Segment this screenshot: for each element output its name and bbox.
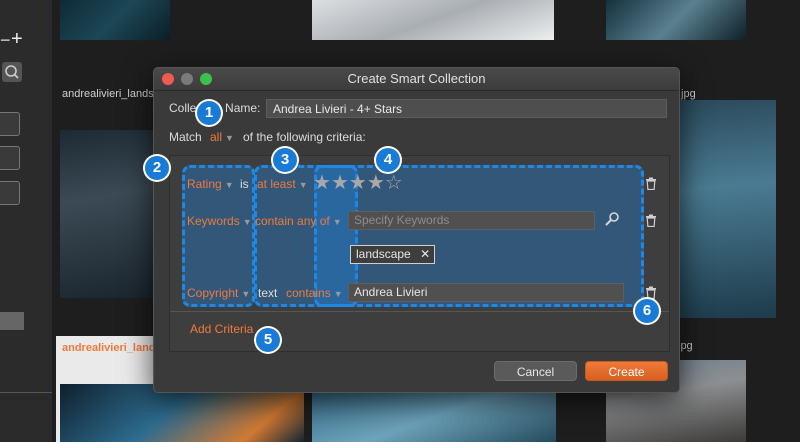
annotation-badge-5: 5 xyxy=(256,328,280,352)
photo-thumbnail[interactable] xyxy=(606,0,746,40)
create-smart-collection-dialog: Create Smart Collection Collection Name:… xyxy=(153,67,680,393)
annotation-badge-1: 1 xyxy=(197,101,221,125)
delete-criteria-icon[interactable] xyxy=(645,177,657,193)
keyword-tag-label: landscape xyxy=(356,247,411,261)
criteria-operator-dropdown[interactable]: contains ▼ xyxy=(286,286,343,300)
left-panel: − + xyxy=(0,0,53,442)
chevron-down-icon: ▼ xyxy=(242,217,252,227)
annotation-badge-6: 6 xyxy=(635,299,659,323)
keyword-tag[interactable]: landscape ✕ xyxy=(350,245,436,264)
criteria-field-dropdown[interactable]: Copyright ▼ xyxy=(187,286,250,300)
criteria-type-label: text xyxy=(258,286,278,300)
photo-thumbnail[interactable] xyxy=(60,130,160,298)
star-icon[interactable]: ★ xyxy=(331,172,349,194)
chevron-down-icon: ▼ xyxy=(225,133,234,143)
panel-row-highlight xyxy=(0,312,24,330)
criteria-operator-label: contain any of xyxy=(255,214,330,228)
photo-thumbnail[interactable] xyxy=(676,100,776,318)
photo-filename: andrealivieri_landsca xyxy=(62,88,166,100)
criteria-field-dropdown[interactable]: Keywords ▼ xyxy=(187,214,252,228)
panel-button-3[interactable] xyxy=(0,181,20,205)
photo-thumbnail[interactable] xyxy=(312,0,554,40)
photo-filename: jpg xyxy=(678,340,693,352)
match-dropdown[interactable]: all ▼ xyxy=(210,130,234,144)
criteria-panel: Rating ▼ is at least ▼ ★★★★☆ Keywords ▼ con… xyxy=(169,155,670,352)
criteria-divider xyxy=(170,311,669,312)
star-icon[interactable]: ★ xyxy=(313,172,331,194)
photo-thumbnail[interactable] xyxy=(60,0,170,40)
panel-button-2[interactable] xyxy=(0,146,20,170)
criteria-operator-label: at least xyxy=(257,177,296,191)
keywords-input[interactable]: Specify Keywords xyxy=(348,211,595,230)
panel-divider xyxy=(0,392,52,393)
chevron-down-icon: ▼ xyxy=(333,289,343,299)
match-suffix: of the following criteria: xyxy=(243,130,366,144)
photo-filename: .jpg xyxy=(678,88,696,100)
search-icon[interactable] xyxy=(2,62,22,82)
remove-tag-icon[interactable]: ✕ xyxy=(420,247,430,261)
annotation-badge-2: 2 xyxy=(145,156,169,180)
match-value: all xyxy=(210,130,223,144)
criteria-operator-dropdown[interactable]: contain any of ▼ xyxy=(255,214,342,228)
add-criteria-link[interactable]: Add Criteria xyxy=(190,322,253,336)
criteria-field-label: Keywords xyxy=(187,214,240,228)
dialog-title: Create Smart Collection xyxy=(347,71,486,86)
photo-thumbnail[interactable] xyxy=(312,392,556,442)
annotation-badge-3: 3 xyxy=(273,148,297,172)
star-icon[interactable]: ★ xyxy=(349,172,367,194)
minus-icon[interactable]: − xyxy=(0,30,11,51)
star-icon[interactable]: ★ xyxy=(367,172,385,194)
criteria-prefix: is xyxy=(240,177,249,191)
criteria-field-dropdown[interactable]: Rating ▼ xyxy=(187,177,234,191)
plus-icon[interactable]: + xyxy=(11,28,23,51)
dialog-titlebar: Create Smart Collection xyxy=(154,68,679,91)
keyword-search-icon[interactable] xyxy=(604,211,620,230)
create-button[interactable]: Create xyxy=(585,361,668,381)
chevron-down-icon: ▼ xyxy=(332,217,342,227)
criteria-field-label: Copyright xyxy=(187,286,239,300)
cancel-button[interactable]: Cancel xyxy=(494,361,577,381)
chevron-down-icon: ▼ xyxy=(224,180,234,190)
chevron-down-icon: ▼ xyxy=(241,289,251,299)
photo-filename: andrealivieri_lands xyxy=(62,342,162,354)
annotation-badge-4: 4 xyxy=(376,148,400,172)
match-label: Match xyxy=(169,130,202,144)
delete-criteria-icon[interactable] xyxy=(645,214,657,230)
criteria-operator-dropdown[interactable]: at least ▼ xyxy=(257,177,308,191)
panel-button-1[interactable] xyxy=(0,112,20,136)
star-empty-icon[interactable]: ☆ xyxy=(385,172,403,194)
criteria-field-label: Rating xyxy=(187,177,222,191)
collection-name-input[interactable]: Andrea Livieri - 4+ Stars xyxy=(266,99,667,118)
copyright-input[interactable]: Andrea Livieri xyxy=(348,283,624,302)
star-rating[interactable]: ★★★★☆ xyxy=(313,173,403,193)
criteria-operator-label: contains xyxy=(286,286,331,300)
chevron-down-icon: ▼ xyxy=(298,180,308,190)
